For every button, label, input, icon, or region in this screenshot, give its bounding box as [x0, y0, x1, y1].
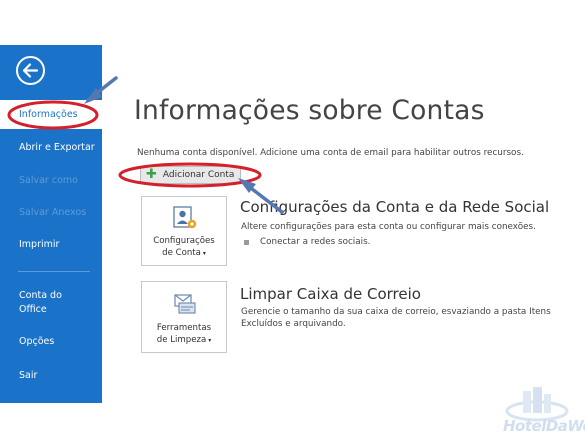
hoteldaweb-watermark-logo: HotelDaWeb: [495, 385, 585, 443]
no-account-message: Nenhuma conta disponível. Adicione uma c…: [137, 148, 524, 158]
plus-icon: ✚: [146, 167, 157, 182]
cleanup-tools-tile[interactable]: Ferramentas de Limpeza ▾: [141, 281, 227, 353]
cleanup-tools-label: Ferramentas de Limpeza ▾: [142, 322, 226, 347]
sidebar-item-sair[interactable]: Sair: [0, 369, 102, 383]
cleanup-tools-label-line2: de Limpeza: [156, 335, 207, 345]
cleanup-description: Gerencie o tamanho da sua caixa de corre…: [241, 307, 551, 329]
sidebar-item-salvar-como: Salvar como: [19, 175, 78, 186]
backstage-sidebar: Informações Abrir e Exportar Salvar como…: [0, 45, 102, 403]
sidebar-item-opcoes[interactable]: Opções: [0, 335, 102, 349]
sidebar-item-imprimir[interactable]: Imprimir: [0, 238, 102, 252]
account-settings-icon: [173, 206, 197, 229]
account-settings-description: Altere configurações para esta conta ou …: [241, 222, 536, 232]
page-title: Informações sobre Contas: [134, 95, 485, 126]
add-account-label: Adicionar Conta: [162, 170, 235, 180]
watermark-text: HotelDaWeb: [503, 417, 585, 435]
cleanup-tools-label-line1: Ferramentas: [156, 323, 212, 333]
social-networks-link[interactable]: Conectar a redes sociais.: [244, 237, 370, 247]
account-settings-title: Configurações da Conta e da Rede Social: [240, 198, 550, 216]
dropdown-caret-icon: ▾: [200, 250, 206, 257]
cleanup-tools-icon: [174, 294, 196, 314]
sidebar-item-abrir-exportar[interactable]: Abrir e Exportar: [0, 141, 102, 155]
sidebar-item-informacoes[interactable]: Informações: [0, 100, 102, 129]
account-settings-label-line2: de Conta: [162, 248, 201, 258]
account-settings-label: Configurações de Conta ▾: [142, 235, 226, 260]
account-settings-label-line1: Configurações: [153, 236, 215, 246]
back-arrow-icon: [22, 63, 39, 78]
bullet-icon: [244, 239, 249, 245]
add-account-button[interactable]: ✚ Adicionar Conta: [140, 166, 241, 184]
back-button[interactable]: [16, 56, 45, 85]
sidebar-item-conta-office[interactable]: Conta do Office: [0, 289, 80, 317]
outlook-backstage: Informações Abrir e Exportar Salvar como…: [0, 0, 585, 448]
cleanup-title: Limpar Caixa de Correio: [240, 285, 421, 303]
sidebar-item-salvar-anexos: Salvar Anexos: [19, 207, 87, 218]
account-settings-tile[interactable]: Configurações de Conta ▾: [141, 196, 227, 266]
dropdown-caret-icon: ▾: [206, 337, 212, 344]
social-networks-label: Conectar a redes sociais.: [260, 237, 371, 247]
sidebar-separator: [18, 271, 90, 272]
